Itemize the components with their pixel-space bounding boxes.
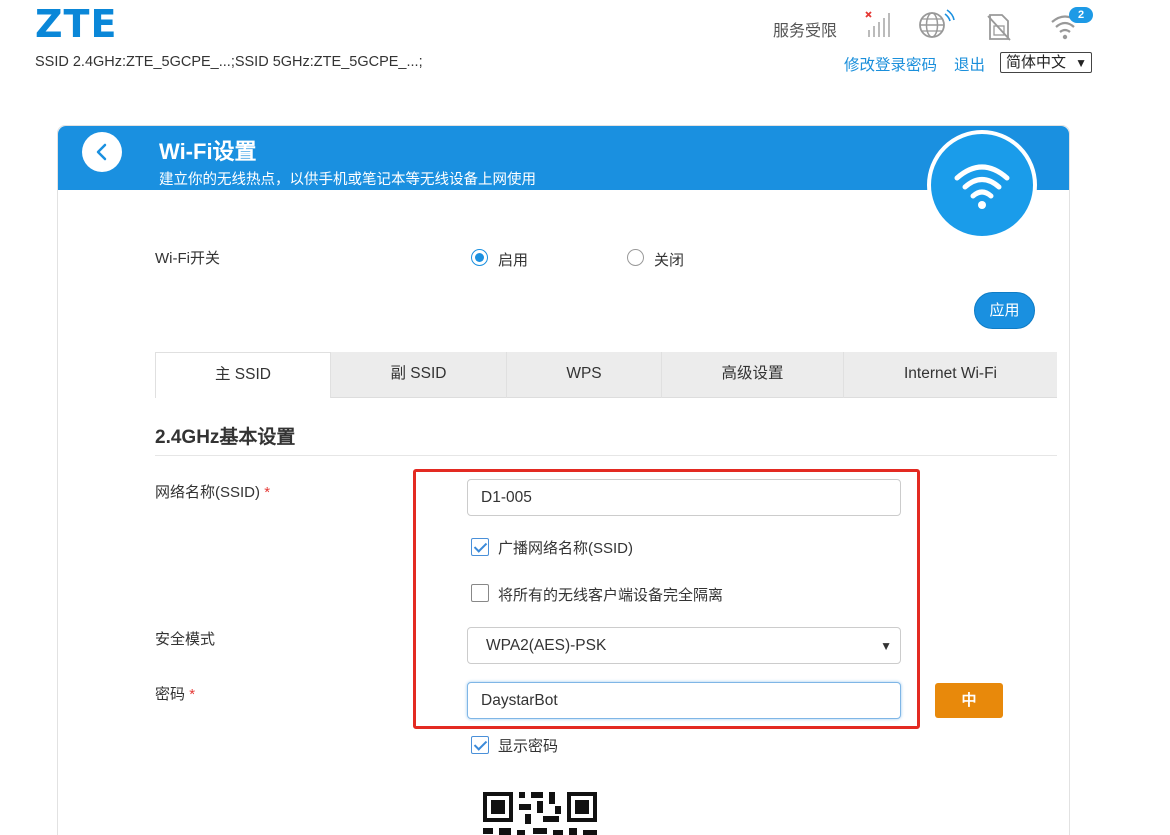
tab-main-ssid[interactable]: 主 SSID bbox=[155, 352, 331, 398]
tab-internet-wifi[interactable]: Internet Wi-Fi bbox=[844, 352, 1057, 398]
ssid-label: 网络名称(SSID) * bbox=[155, 481, 270, 502]
page-title: Wi-Fi设置 bbox=[159, 139, 257, 164]
broadcast-ssid-label[interactable]: 广播网络名称(SSID) bbox=[498, 537, 633, 558]
wifi-disable-label[interactable]: 关闭 bbox=[654, 249, 684, 270]
section-divider bbox=[155, 455, 1057, 456]
security-mode-value: WPA2(AES)-PSK bbox=[486, 637, 607, 654]
chevron-down-icon: ▼ bbox=[1075, 56, 1087, 70]
security-mode-label: 安全模式 bbox=[155, 631, 216, 648]
required-mark: * bbox=[264, 484, 271, 501]
ssid-info: SSID 2.4GHz:ZTE_5GCPE_...;SSID 5GHz:ZTE_… bbox=[35, 54, 423, 70]
change-login-password-link[interactable]: 修改登录密码 bbox=[844, 53, 937, 75]
tab-guest-ssid[interactable]: 副 SSID bbox=[331, 352, 507, 398]
language-value: 简体中文 bbox=[1006, 54, 1067, 71]
logout-link[interactable]: 退出 bbox=[954, 53, 985, 75]
internet-globe-icon bbox=[919, 9, 955, 38]
chevron-left-icon bbox=[96, 143, 107, 161]
required-mark: * bbox=[189, 686, 196, 703]
password-input[interactable]: DaystarBot bbox=[467, 682, 901, 719]
apply-button[interactable]: 应用 bbox=[974, 292, 1035, 329]
ssid-tabs: 主 SSID 副 SSID WPS 高级设置 Internet Wi-Fi bbox=[155, 352, 1057, 398]
page-subtitle: 建立你的无线热点，以供手机或笔记本等无线设备上网使用 bbox=[159, 172, 536, 188]
isolate-clients-label[interactable]: 将所有的无线客户端设备完全隔离 bbox=[498, 584, 723, 605]
wifi-icon bbox=[954, 164, 1010, 209]
broadcast-ssid-checkbox[interactable] bbox=[471, 538, 489, 556]
zte-logo: ZTE bbox=[35, 2, 118, 46]
wifi-clients-badge: 2 bbox=[1069, 7, 1093, 23]
ssid-label-text: 网络名称(SSID) bbox=[155, 484, 261, 501]
card-header: Wi-Fi设置 建立你的无线热点，以供手机或笔记本等无线设备上网使用 bbox=[58, 126, 1069, 240]
wifi-enable-radio[interactable] bbox=[471, 249, 488, 266]
wifi-qr-code bbox=[483, 792, 597, 835]
security-mode-select[interactable]: WPA2(AES)-PSK ▼ bbox=[467, 627, 901, 664]
section-title: 2.4GHz基本设置 bbox=[155, 427, 296, 448]
tab-wps[interactable]: WPS bbox=[507, 352, 662, 398]
ssid-input[interactable]: D1-005 bbox=[467, 479, 901, 516]
service-status: 服务受限 bbox=[773, 23, 838, 40]
no-sim-icon bbox=[987, 14, 1011, 41]
wifi-enable-label[interactable]: 启用 bbox=[498, 249, 528, 270]
wifi-badge-circle bbox=[927, 130, 1037, 240]
password-strength-indicator: 中 bbox=[935, 683, 1003, 718]
show-password-label[interactable]: 显示密码 bbox=[498, 735, 558, 756]
language-select[interactable]: 简体中文 ▼ bbox=[1000, 52, 1092, 73]
wifi-switch-label: Wi-Fi开关 bbox=[155, 250, 220, 267]
isolate-clients-checkbox[interactable] bbox=[471, 584, 489, 602]
signal-strength-icon bbox=[865, 11, 890, 37]
wifi-disable-radio[interactable] bbox=[627, 249, 644, 266]
password-label: 密码 * bbox=[155, 683, 195, 704]
tab-advanced-settings[interactable]: 高级设置 bbox=[662, 352, 844, 398]
back-button[interactable] bbox=[82, 132, 122, 172]
chevron-down-icon: ▼ bbox=[880, 639, 892, 653]
show-password-checkbox[interactable] bbox=[471, 736, 489, 754]
password-label-text: 密码 bbox=[155, 686, 186, 703]
